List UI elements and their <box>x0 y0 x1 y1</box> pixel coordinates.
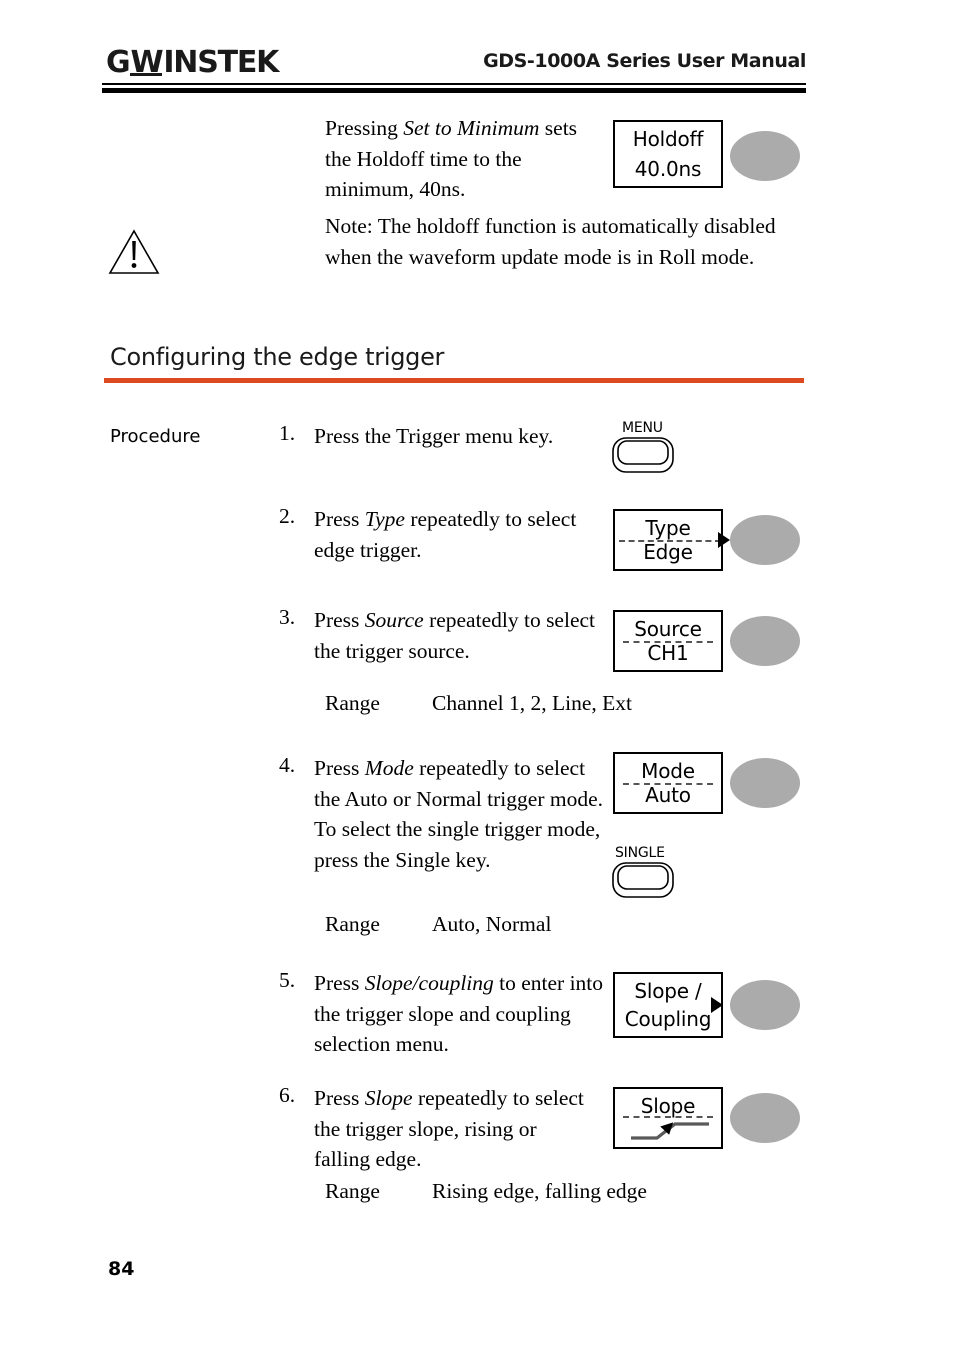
intro-paragraph: Pressing Set to Minimum sets the Holdoff… <box>325 116 578 201</box>
manual-page: GWINSTEK GDS-1000A Series User Manual Pr… <box>0 0 954 1349</box>
step-6-range-label: Range <box>325 1179 380 1203</box>
type-box-label: Type <box>645 516 691 540</box>
step-5-number: 5. <box>279 968 296 992</box>
slope-box-label: Slope <box>640 1094 696 1118</box>
step-1-number: 1. <box>279 421 296 445</box>
header-rule-thin <box>102 83 806 85</box>
single-key[interactable] <box>612 862 674 898</box>
step-5-text: Press Slope/coupling to enter into the t… <box>314 971 604 1056</box>
mode-box-value: Auto <box>645 783 691 807</box>
holdoff-box-label: Holdoff <box>632 127 704 151</box>
source-box-value: CH1 <box>647 641 689 665</box>
slope-knob[interactable] <box>730 1093 800 1143</box>
slope-coupling-box-label-top: Slope / <box>634 979 702 1003</box>
type-box-value: Edge <box>643 540 693 564</box>
page-number: 84 <box>108 1258 135 1280</box>
header-rule-thick <box>102 88 806 93</box>
mode-box-label: Mode <box>641 759 695 783</box>
slope-coupling-box-label-bottom: Coupling <box>624 1007 712 1031</box>
menu-key-label: MENU <box>622 420 663 436</box>
type-softkey-box[interactable]: Type Edge <box>613 509 730 571</box>
mode-softkey-box[interactable]: Mode Auto <box>613 752 723 814</box>
step-2-number: 2. <box>279 504 296 528</box>
holdoff-knob[interactable] <box>730 131 800 181</box>
logo-word-instek: INSTEK <box>163 45 279 80</box>
source-softkey-box[interactable]: Source CH1 <box>613 610 723 672</box>
holdoff-box-value: 40.0ns <box>634 157 702 181</box>
step-3-text: Press Source repeatedly to select the tr… <box>314 608 596 663</box>
step-4-text: Press Mode repeatedly to select the Auto… <box>314 756 603 872</box>
warning-triangle-icon <box>108 228 160 276</box>
step-3-number: 3. <box>279 605 296 629</box>
step-6-number: 6. <box>279 1083 296 1107</box>
source-box-label: Source <box>634 617 702 641</box>
step-3-range-label: Range <box>325 691 380 715</box>
step-4-number: 4. <box>279 753 296 777</box>
type-knob[interactable] <box>730 515 800 565</box>
procedure-label: Procedure <box>110 426 201 447</box>
step-1-text: Press the Trigger menu key. <box>314 424 554 448</box>
section-rule <box>104 378 804 383</box>
manual-title: GDS-1000A Series User Manual <box>483 50 806 72</box>
step-4-range-label: Range <box>325 912 380 936</box>
step-6-text: Press Slope repeatedly to select the tri… <box>314 1086 584 1171</box>
holdoff-softkey-box[interactable]: Holdoff 40.0ns <box>613 120 723 188</box>
logo-letter-g: G <box>106 45 131 80</box>
slope-coupling-softkey-box[interactable]: Slope / Coupling <box>613 972 723 1038</box>
step-3-range-value: Channel 1, 2, Line, Ext <box>432 691 633 715</box>
source-knob[interactable] <box>730 616 800 666</box>
single-key-label: SINGLE <box>615 845 665 861</box>
logo-letter-w: W <box>130 45 164 80</box>
section-heading: Configuring the edge trigger <box>110 343 445 371</box>
slope-box-divider <box>623 1115 713 1118</box>
page-header: GWINSTEK GDS-1000A Series User Manual <box>106 46 806 88</box>
step-4-range-value: Auto, Normal <box>432 912 552 936</box>
step-2-text: Press Type repeatedly to select edge tri… <box>314 507 577 562</box>
slope-coupling-knob[interactable] <box>730 980 800 1030</box>
slope-softkey-box[interactable]: Slope <box>613 1087 723 1149</box>
menu-key[interactable] <box>612 437 674 473</box>
rising-edge-icon <box>627 1119 713 1143</box>
gw-instek-logo: GWINSTEK <box>106 45 279 80</box>
mode-knob[interactable] <box>730 758 800 808</box>
step-6-range-value: Rising edge, falling edge <box>432 1179 647 1203</box>
holdoff-note: Note: The holdoff function is automatica… <box>325 214 776 269</box>
